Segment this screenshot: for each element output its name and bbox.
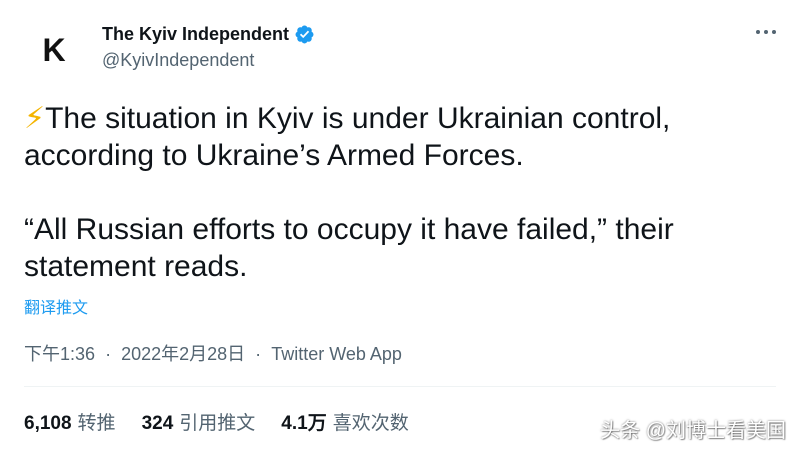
retweets-stat[interactable]: 6,108 转推 bbox=[24, 408, 116, 435]
likes-label: 喜欢次数 bbox=[332, 413, 409, 434]
tweet-paragraph-2: “All Russian efforts to occupy it have f… bbox=[24, 213, 674, 283]
tweet-date[interactable]: 2022年2月28日 bbox=[121, 344, 245, 364]
tweet-line-1: The situation in Kyiv is under Ukrainian… bbox=[24, 102, 671, 172]
lightning-emoji-icon: ⚡ bbox=[24, 102, 46, 135]
more-options-icon[interactable] bbox=[750, 20, 782, 44]
avatar-logo-letter: K bbox=[42, 32, 66, 68]
retweets-label: 转推 bbox=[77, 413, 116, 434]
retweets-count: 6,108 bbox=[24, 413, 72, 434]
quotes-stat[interactable]: 324 引用推文 bbox=[142, 408, 256, 435]
tweet-meta: 下午1:36 · 2022年2月28日 · Twitter Web App bbox=[24, 340, 402, 366]
divider bbox=[24, 386, 776, 387]
author-name-row: The Kyiv Independent bbox=[102, 22, 315, 46]
tweet-text: ⚡The situation in Kyiv is under Ukrainia… bbox=[24, 100, 784, 285]
tweet-card: K The Kyiv Independent @KyivIndependent … bbox=[0, 0, 800, 450]
tweet-client[interactable]: Twitter Web App bbox=[271, 344, 402, 364]
tweet-time[interactable]: 下午1:36 bbox=[24, 344, 95, 364]
translate-tweet-link[interactable]: 翻译推文 bbox=[24, 294, 88, 318]
verified-badge-icon bbox=[295, 25, 314, 43]
quotes-count: 324 bbox=[141, 413, 174, 434]
engagement-stats: 6,108 转推 324 引用推文 4.1万 喜欢次数 bbox=[24, 408, 409, 435]
watermark: 头条 @刘博士看美国 bbox=[600, 420, 786, 442]
meta-separator-2: · bbox=[255, 344, 262, 364]
meta-separator-1: · bbox=[105, 344, 112, 364]
avatar[interactable]: K bbox=[22, 18, 86, 82]
author-handle[interactable]: @KyivIndependent bbox=[102, 50, 254, 71]
likes-stat[interactable]: 4.1万 喜欢次数 bbox=[281, 408, 408, 435]
likes-count: 4.1万 bbox=[281, 413, 327, 434]
tweet-paragraph-1: ⚡The situation in Kyiv is under Ukrainia… bbox=[24, 100, 784, 174]
author-display-name[interactable]: The Kyiv Independent bbox=[102, 24, 289, 45]
quotes-label: 引用推文 bbox=[179, 413, 256, 434]
